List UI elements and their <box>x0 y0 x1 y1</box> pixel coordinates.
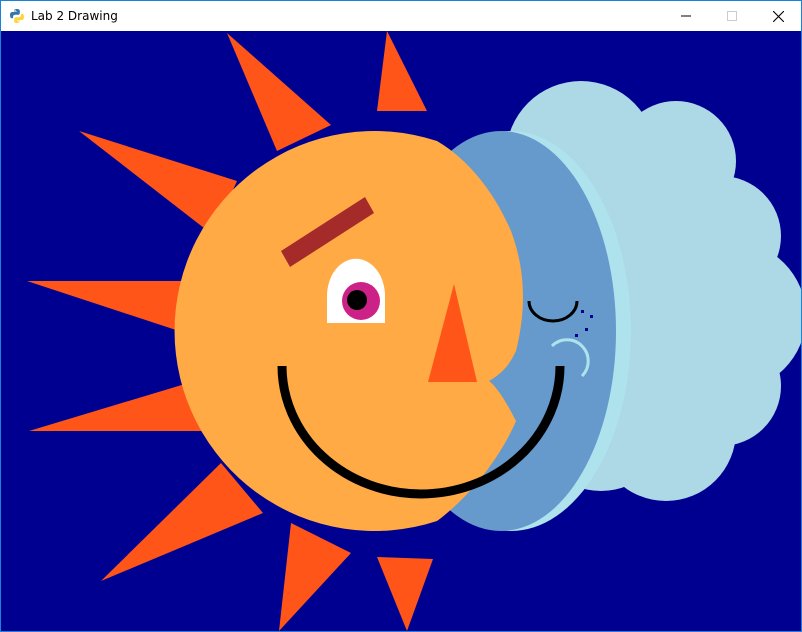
sun-ray <box>377 31 427 111</box>
app-window: Lab 2 Drawing <box>0 0 802 632</box>
window-title: Lab 2 Drawing <box>31 9 118 23</box>
sun-ray <box>101 463 263 581</box>
title-bar[interactable]: Lab 2 Drawing <box>1 1 801 31</box>
sun-ray <box>227 33 331 151</box>
close-icon <box>772 10 784 22</box>
close-button[interactable] <box>755 1 801 31</box>
minimize-button[interactable] <box>663 1 709 31</box>
minimize-icon <box>681 15 691 17</box>
sun-moon-drawing <box>27 31 801 631</box>
drawing-canvas <box>1 31 801 631</box>
sun-ray <box>27 281 191 331</box>
maximize-button[interactable] <box>709 1 755 31</box>
maximize-icon <box>727 11 737 21</box>
python-icon <box>10 9 24 23</box>
sun-ray <box>279 523 351 631</box>
sun-ray <box>377 557 433 631</box>
eye-pupil <box>347 290 367 310</box>
